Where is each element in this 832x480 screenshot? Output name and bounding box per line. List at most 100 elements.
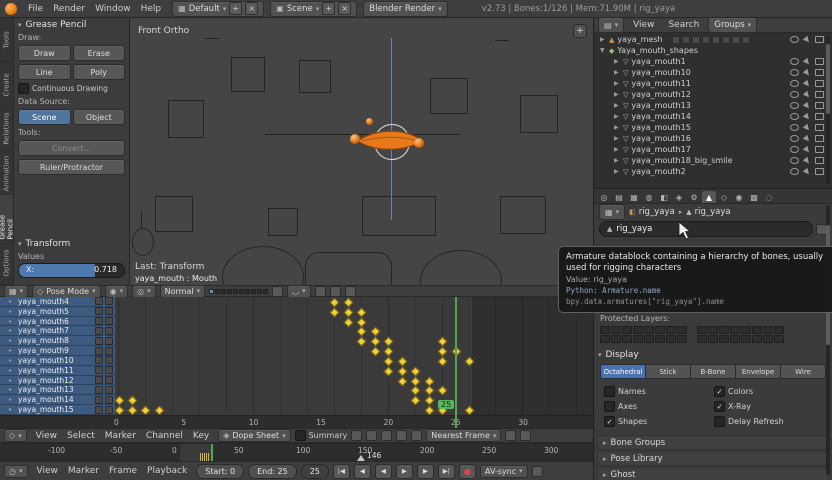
bone-handle[interactable]: [350, 134, 360, 144]
toolshelf-tab-options[interactable]: Options: [0, 240, 13, 285]
gp-draw-button[interactable]: Draw: [18, 45, 71, 61]
add-layout-button[interactable]: +: [229, 2, 243, 15]
display-mode-octahedral[interactable]: Octahedral: [600, 364, 646, 379]
outliner-row[interactable]: ▶ ▽ yaya_mouth14: [594, 111, 832, 122]
datablock-name-field[interactable]: ▲ rig_yaya: [599, 221, 813, 237]
keying-set-icon[interactable]: [531, 465, 543, 477]
dope-channel[interactable]: ▸ yaya_mouth9: [0, 346, 115, 356]
wireframe-object[interactable]: [155, 196, 193, 232]
gp-poly-button[interactable]: Poly: [72, 64, 125, 80]
dope-keyframe-grid[interactable]: [115, 297, 593, 415]
expander-icon[interactable]: ▶: [614, 58, 620, 65]
keyframe-diamond[interactable]: [410, 395, 421, 406]
display-mode-stick[interactable]: Stick: [646, 364, 691, 379]
keyframe-diamond[interactable]: [437, 356, 448, 367]
layer-toggle[interactable]: [245, 288, 251, 294]
visibility-eye-icon[interactable]: [790, 135, 799, 142]
gp-line-button[interactable]: Line: [18, 64, 71, 80]
menu-marker[interactable]: Marker: [63, 466, 104, 476]
viewport-shading-dropdown[interactable]: ◉ ▾: [104, 284, 129, 298]
expander-icon[interactable]: ▶: [614, 91, 620, 98]
expander-icon[interactable]: ▶: [614, 135, 620, 142]
expander-icon[interactable]: ▸: [9, 357, 15, 364]
scene-dropdown[interactable]: ▣ Scene ▾ + ×: [270, 0, 358, 17]
toolshelf-tab-grease-pencil[interactable]: Grease Pencil: [0, 196, 15, 241]
layer-toggle[interactable]: [708, 335, 718, 343]
properties-tab-texture-icon[interactable]: ▩: [747, 191, 761, 203]
outliner-row[interactable]: ▶ ▽ yaya_mouth17: [594, 144, 832, 155]
outliner-display-dropdown[interactable]: Groups ▾: [708, 18, 758, 33]
render-camera-icon[interactable]: [815, 58, 824, 65]
dope-channel[interactable]: ▸ yaya_mouth13: [0, 385, 115, 396]
ruler-protractor-button[interactable]: Ruler/Protractor: [18, 159, 125, 175]
current-frame-field[interactable]: 25: [300, 463, 329, 479]
snap-mode-dropdown[interactable]: Nearest Frame ▾: [426, 429, 502, 442]
display-check-delay-refresh[interactable]: Delay Refresh: [714, 416, 822, 427]
layer-toggle[interactable]: [708, 326, 718, 334]
layer-toggle[interactable]: [774, 326, 784, 334]
selectability-arrow-icon[interactable]: [802, 90, 812, 99]
layer-toggle[interactable]: [239, 288, 245, 294]
wireframe-object[interactable]: [222, 246, 304, 285]
panel-header-grease-pencil[interactable]: ▾ Grease Pencil: [18, 20, 125, 30]
expander-icon[interactable]: ▼: [600, 47, 606, 54]
properties-tab-world-icon[interactable]: ◍: [642, 191, 656, 203]
lock-icon[interactable]: [272, 285, 284, 297]
keyframe-diamond[interactable]: [115, 405, 124, 415]
mute-icon[interactable]: [95, 307, 103, 316]
render-camera-icon[interactable]: [815, 80, 824, 87]
keyframe-diamond[interactable]: [383, 356, 394, 367]
layer-toggle[interactable]: [666, 326, 676, 334]
render-camera-icon[interactable]: [815, 124, 824, 131]
properties-tab-modifiers-icon[interactable]: ⚙: [687, 191, 701, 203]
layer-toggle[interactable]: [215, 288, 221, 294]
visibility-eye-icon[interactable]: [790, 124, 799, 131]
visibility-eye-icon[interactable]: [790, 36, 799, 43]
properties-tab-constraints-icon[interactable]: ◈: [672, 191, 686, 203]
panel-header-display[interactable]: ▾ Display: [598, 350, 828, 360]
checkbox[interactable]: [604, 401, 615, 412]
mode-dropdown[interactable]: ◇ Pose Mode ▾: [32, 284, 101, 298]
layer-toggle[interactable]: [697, 326, 707, 334]
end-frame-field[interactable]: End: 25: [248, 463, 297, 479]
editor-type-dropdown[interactable]: ◷ ▾: [4, 464, 28, 478]
mute-icon[interactable]: [95, 395, 103, 404]
play-button[interactable]: ▶: [395, 463, 413, 479]
outliner-row[interactable]: ▶ ▽ yaya_mouth1: [594, 56, 832, 67]
menu-select[interactable]: Select: [62, 431, 100, 441]
layer-toggle[interactable]: [209, 288, 215, 294]
expander-icon[interactable]: ▶: [614, 113, 620, 120]
scrollbar[interactable]: [826, 36, 830, 184]
selectability-arrow-icon[interactable]: [802, 101, 812, 110]
lock-icon[interactable]: [105, 307, 113, 316]
visibility-eye-icon[interactable]: [790, 91, 799, 98]
outliner-row[interactable]: ▶ ▽ yaya_mouth12: [594, 89, 832, 100]
keyframe-diamond[interactable]: [437, 336, 448, 347]
layer-toggle[interactable]: [227, 288, 233, 294]
layer-toggle[interactable]: [719, 326, 729, 334]
dope-channel[interactable]: ▸ yaya_mouth7: [0, 326, 115, 337]
display-check-colors[interactable]: Colors: [714, 386, 822, 397]
outliner-row[interactable]: ▶ ▲ yaya_mesh: [594, 34, 832, 45]
timeline[interactable]: -100 -50 0 50 100 150 200 250 300 146: [0, 443, 593, 462]
panel-header-pose-library[interactable]: ▸ Pose Library: [597, 451, 829, 466]
keyframe-diamond[interactable]: [383, 346, 394, 357]
mute-icon[interactable]: [95, 326, 103, 335]
dope-channel[interactable]: ▸ yaya_mouth10: [0, 356, 115, 366]
lock-icon[interactable]: [105, 395, 113, 404]
dope-channel[interactable]: ▸ yaya_mouth6: [0, 317, 115, 327]
lock-icon[interactable]: [105, 326, 113, 335]
render-camera-icon[interactable]: [815, 91, 824, 98]
checkbox[interactable]: [294, 430, 306, 441]
layer-toggle[interactable]: [655, 326, 665, 334]
expander-icon[interactable]: ▸: [9, 396, 15, 403]
delete-scene-button[interactable]: ×: [338, 2, 352, 15]
filter-icon[interactable]: [351, 430, 363, 441]
dope-channel[interactable]: ▸ yaya_mouth8: [0, 336, 115, 347]
layer-toggle[interactable]: [622, 335, 632, 343]
keyframe-diamond[interactable]: [343, 307, 354, 318]
toolshelf-tab-create[interactable]: Create: [0, 62, 13, 107]
layer-toggle[interactable]: [774, 335, 784, 343]
lock-icon[interactable]: [105, 297, 113, 306]
keyframe-diamond[interactable]: [356, 317, 367, 328]
